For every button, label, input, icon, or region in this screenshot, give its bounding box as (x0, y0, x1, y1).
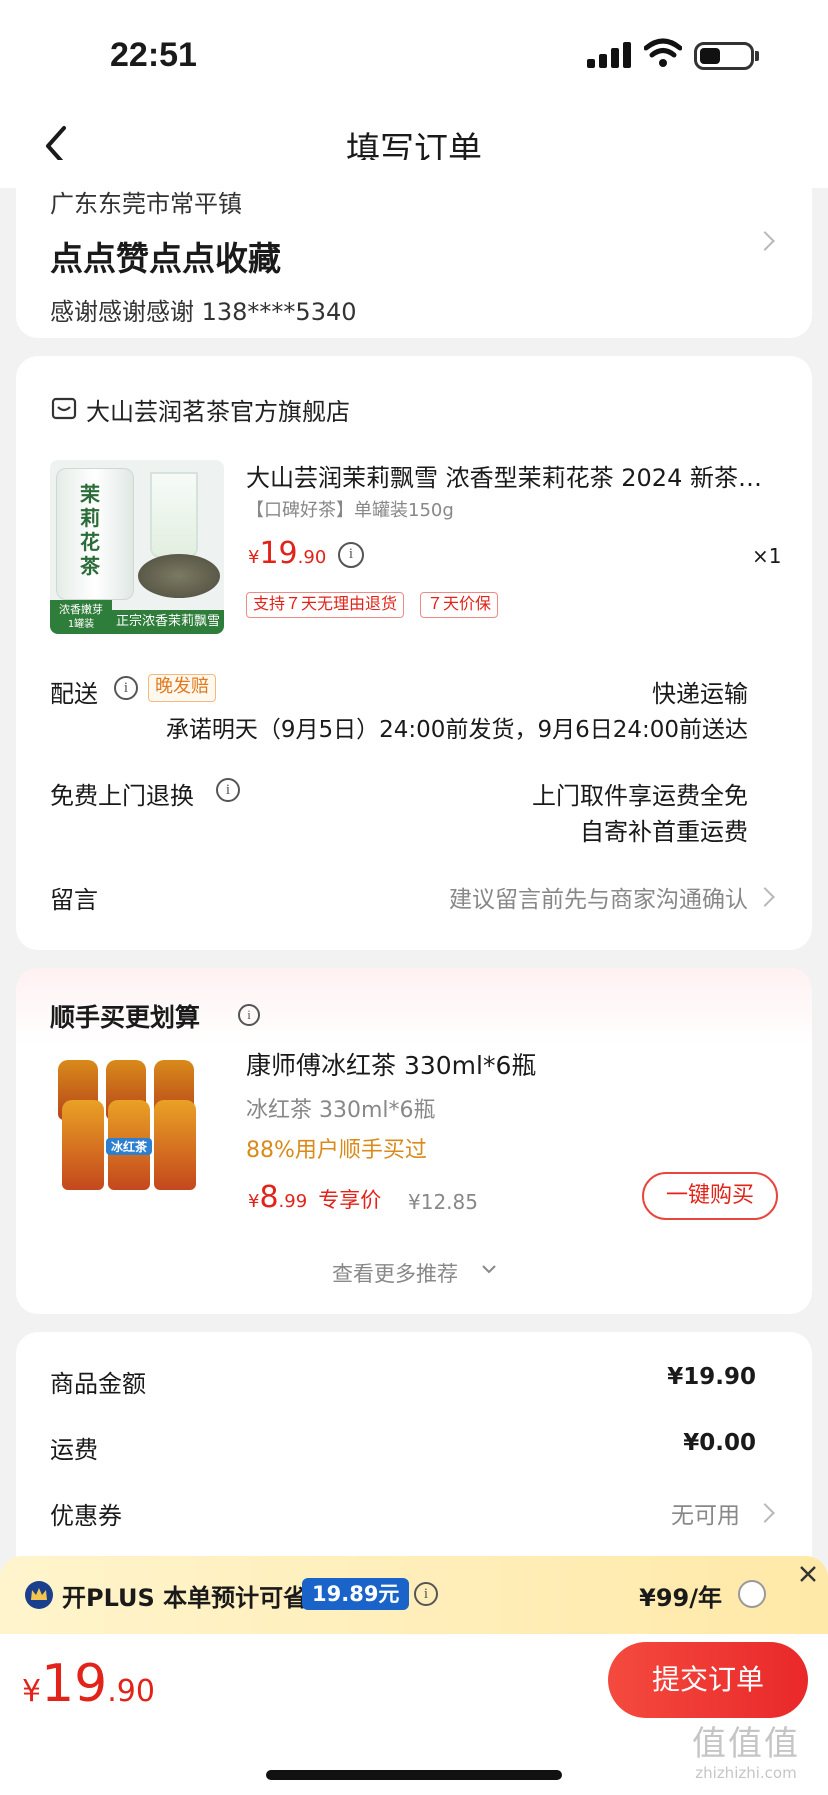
product-badge-text: 浓香嫩芽 (59, 603, 103, 616)
plus-promo-bar[interactable]: 开PLUS 本单预计可省 19.89元 i ¥99/年 (0, 1556, 828, 1634)
recommend-stat: 88%用户顺手买过 (246, 1138, 427, 1163)
product-price: ¥19.90 (248, 536, 326, 571)
wifi-icon (644, 38, 682, 67)
recommend-orig-price: ¥12.85 (408, 1190, 478, 1214)
note-label: 留言 (50, 886, 98, 914)
note-input[interactable]: 建议留言前先与商家沟通确认 (346, 880, 748, 914)
watermark: 值值值 zhizhizhi.com (676, 1724, 816, 1782)
delivery-promise: 承诺明天（9月5日）24:00前发货，9月6日24:00前送达 (165, 717, 748, 743)
total-price-int: 19 (41, 1654, 108, 1714)
one-click-buy-button[interactable]: 一键购买 (642, 1172, 778, 1220)
total-price-symbol: ¥ (22, 1674, 42, 1709)
product-price-dec: .90 (297, 547, 327, 568)
crown-icon (25, 1581, 53, 1609)
delivery-info-icon[interactable]: i (114, 676, 138, 700)
plus-price: ¥99/年 (639, 1584, 722, 1612)
watermark-url: zhizhizhi.com (695, 1764, 797, 1782)
price-protect-tag: ７天价保 (420, 592, 499, 618)
product-badge: 浓香嫩芽 1罐装 (50, 600, 112, 634)
free-return-line1: 上门取件享运费全免 (532, 782, 748, 810)
product-badge-sub: 1罐装 (67, 619, 95, 630)
product-image-caption: 正宗浓香茉莉飘雪 (112, 610, 224, 634)
note-chevron-icon (755, 887, 775, 907)
cellular-signal-icon (587, 42, 631, 68)
plus-radio[interactable] (738, 1580, 766, 1608)
recommend-product-title[interactable]: 康师傅冰红茶 330ml*6瓶 (246, 1046, 536, 1082)
battery-tip (755, 51, 759, 61)
total-price-dec: .90 (107, 1674, 155, 1709)
coupon-label: 优惠券 (50, 1502, 122, 1530)
address-detail: 点点赞点点收藏 (50, 239, 281, 278)
close-icon[interactable] (798, 1564, 818, 1584)
product-image[interactable]: 茉莉花茶 浓香嫩芽 1罐装 正宗浓香茉莉飘雪 (50, 460, 224, 634)
recommend-price: ¥8.99 专享价 (248, 1180, 381, 1215)
chevron-down-icon (482, 1265, 496, 1274)
plus-save-amount: 19.89元 (302, 1578, 410, 1610)
recommend-product-image[interactable]: 冰红茶 (50, 1052, 206, 1192)
total-price: ¥19.90 (22, 1654, 155, 1714)
address-chevron-icon (755, 231, 775, 251)
summary-row-value: ¥0.00 (683, 1430, 756, 1456)
product-price-int: 19 (259, 536, 298, 571)
summary-row-value: ¥19.90 (667, 1364, 756, 1390)
product-price-symbol: ¥ (248, 547, 260, 568)
store-name: 大山芸润茗茶官方旗舰店 (86, 398, 350, 426)
address-card[interactable]: 广东东莞市常平镇 点点赞点点收藏 感谢感谢感谢 138****5340 (16, 160, 812, 338)
product-qty: ×1 (752, 544, 782, 568)
free-return-label: 免费上门退换 (50, 782, 194, 810)
summary-row-label: 运费 (50, 1436, 98, 1464)
price-info-icon[interactable]: i (338, 542, 364, 568)
address-region: 广东东莞市常平镇 (50, 190, 242, 218)
recommend-product-sub: 冰红茶 330ml*6瓶 (246, 1098, 436, 1123)
home-indicator (266, 1770, 562, 1780)
free-return-line2: 自寄补首重运费 (580, 818, 748, 846)
recommend-price-int: 8 (259, 1180, 279, 1215)
watermark-logo: 值值值 (692, 1724, 800, 1764)
return-policy-tag: 支持７天无理由退货 (246, 592, 405, 618)
status-time: 22:51 (110, 36, 197, 74)
plus-info-icon[interactable]: i (414, 1582, 438, 1606)
late-compensation-badge: 晚发赔 (148, 674, 216, 702)
recommend-price-symbol: ¥ (248, 1191, 260, 1212)
store-card: 大山芸润茗茶官方旗舰店 茉莉花茶 浓香嫩芽 1罐装 正宗浓香茉莉飘雪 大山芸润茉… (16, 356, 812, 950)
delivery-label: 配送 (50, 680, 98, 708)
summary-card: 商品金额 ¥19.90 运费 ¥0.00 优惠券 无可用 (16, 1332, 812, 1592)
product-can-label: 茉莉花茶 (80, 482, 100, 578)
recommend-image-label: 冰红茶 (106, 1138, 152, 1155)
recommend-card: 顺手买更划算 i 冰红茶 康师傅冰红茶 330ml*6瓶 冰红茶 330ml*6… (16, 968, 812, 1314)
battery-icon (694, 42, 754, 70)
recommend-price-dec: .99 (278, 1191, 308, 1212)
summary-row-label: 商品金额 (50, 1370, 146, 1398)
coupon-value[interactable]: 无可用 (516, 1496, 740, 1530)
submit-order-button[interactable]: 提交订单 (608, 1642, 808, 1718)
recommend-price-tag: 专享价 (318, 1188, 382, 1212)
address-contact: 感谢感谢感谢 138****5340 (50, 298, 357, 326)
product-title[interactable]: 大山芸润茉莉飘雪 浓香型茉莉花茶 2024 新茶… (246, 458, 786, 493)
recommend-info-icon[interactable]: i (238, 1004, 260, 1026)
coupon-chevron-icon (755, 1503, 775, 1523)
recommend-title: 顺手买更划算 (50, 1003, 201, 1032)
product-spec: 【口碑好茶】单罐装150g (246, 500, 454, 521)
free-return-info-icon[interactable]: i (216, 778, 240, 802)
delivery-method[interactable]: 快递运输 (516, 674, 748, 709)
plus-text: 开PLUS 本单预计可省 (62, 1584, 308, 1612)
more-recommend-link[interactable]: 查看更多推荐 (332, 1258, 458, 1288)
store-icon (51, 397, 77, 420)
